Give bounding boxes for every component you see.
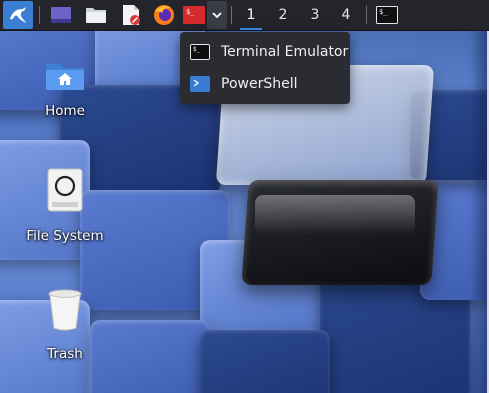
svg-text:$_: $_ bbox=[193, 46, 201, 53]
terminal-icon: $_ bbox=[183, 6, 205, 24]
folder-icon bbox=[86, 8, 106, 23]
taskbar-separator bbox=[366, 6, 367, 24]
terminal-icon: $_ bbox=[190, 44, 210, 60]
desktop-icon-label: File System bbox=[26, 228, 104, 244]
menu-item-label: Terminal Emulator bbox=[221, 44, 349, 60]
wallpaper-cube bbox=[200, 330, 330, 393]
terminal-dropdown-button[interactable] bbox=[207, 1, 227, 29]
kali-menu-button[interactable] bbox=[3, 1, 33, 29]
terminal-launcher-button[interactable]: $_ bbox=[182, 3, 206, 27]
firefox-icon bbox=[154, 5, 174, 25]
workspace-3[interactable]: 3 bbox=[300, 0, 330, 30]
menu-item-label: PowerShell bbox=[221, 76, 298, 92]
desktop-icon-label: Home bbox=[45, 103, 85, 119]
menu-item-terminal-emulator[interactable]: $_ Terminal Emulator bbox=[180, 36, 350, 68]
taskbar-window-terminal[interactable]: $_ bbox=[374, 3, 400, 27]
trash-icon bbox=[48, 289, 82, 331]
svg-text:$_: $_ bbox=[379, 8, 388, 16]
terminal-icon: $_ bbox=[376, 6, 398, 24]
powershell-icon bbox=[190, 76, 210, 92]
firefox-button[interactable] bbox=[150, 3, 178, 27]
home-folder-icon bbox=[46, 64, 84, 90]
workspace-1[interactable]: 1 bbox=[236, 0, 266, 30]
desktop-icon-label: Trash bbox=[47, 346, 83, 362]
taskbar: $_ 1 2 3 4 $_ bbox=[0, 0, 489, 31]
terminal-dropdown-menu: $_ Terminal Emulator PowerShell bbox=[180, 32, 350, 104]
svg-text:$_: $_ bbox=[186, 8, 195, 16]
glass-highlight bbox=[255, 195, 415, 235]
taskbar-separator bbox=[39, 6, 40, 24]
desktop-icon-file-system[interactable]: File System bbox=[15, 168, 115, 248]
desktop-icon-trash[interactable]: Trash bbox=[15, 286, 115, 366]
show-desktop-button[interactable] bbox=[47, 3, 75, 27]
desktop-icon-home[interactable]: Home bbox=[15, 55, 115, 135]
text-editor-icon bbox=[123, 5, 140, 25]
taskbar-separator bbox=[231, 6, 232, 24]
workspace-2[interactable]: 2 bbox=[268, 0, 298, 30]
menu-item-powershell[interactable]: PowerShell bbox=[180, 68, 350, 100]
chevron-down-icon bbox=[212, 12, 222, 19]
kali-dragon-icon bbox=[10, 7, 26, 23]
file-manager-button[interactable] bbox=[82, 3, 110, 27]
desktop-icon bbox=[51, 7, 71, 23]
text-editor-button[interactable] bbox=[118, 3, 144, 27]
hard-drive-icon bbox=[47, 168, 83, 212]
workspace-4[interactable]: 4 bbox=[331, 0, 361, 30]
